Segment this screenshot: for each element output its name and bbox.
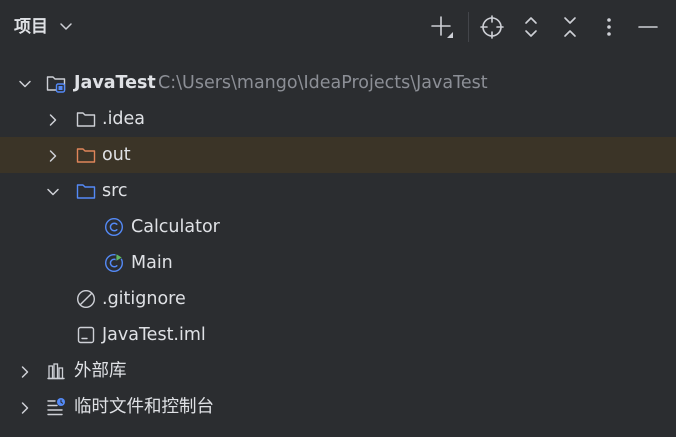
- folder-name: .idea: [102, 109, 146, 129]
- expand-all-icon[interactable]: [518, 14, 544, 40]
- chevron-down-icon[interactable]: [46, 184, 60, 198]
- library-icon: [46, 361, 66, 381]
- file-name: .gitignore: [102, 289, 186, 309]
- folder-icon: [76, 109, 96, 129]
- project-tool-window: 项目 JavaTest C:\Users\mango\IdeaProjects\…: [0, 0, 676, 437]
- java-class-icon: [104, 217, 124, 237]
- locate-icon[interactable]: [479, 14, 505, 40]
- tool-window-title[interactable]: 项目: [14, 15, 48, 39]
- tree-row-external-libraries[interactable]: 外部库: [0, 353, 676, 389]
- minimize-icon[interactable]: [635, 14, 661, 40]
- project-path: C:\Users\mango\IdeaProjects\JavaTest: [158, 73, 488, 93]
- chevron-right-icon[interactable]: [18, 364, 32, 378]
- add-icon[interactable]: [429, 14, 455, 40]
- excluded-folder-icon: [76, 145, 96, 165]
- module-folder-icon: [46, 73, 66, 93]
- chevron-right-icon[interactable]: [18, 400, 32, 414]
- java-runnable-class-icon: [104, 252, 124, 273]
- tree-row-calculator[interactable]: Calculator: [0, 209, 676, 245]
- tree-row-project-root[interactable]: JavaTest C:\Users\mango\IdeaProjects\Jav…: [0, 65, 676, 101]
- node-name: 外部库: [74, 361, 127, 381]
- folder-name: src: [102, 181, 128, 201]
- tree-row-src[interactable]: src: [0, 173, 676, 209]
- tree-row-scratches[interactable]: 临时文件和控制台: [0, 389, 676, 425]
- folder-name: out: [102, 145, 131, 165]
- toolbar-separator: [468, 12, 469, 42]
- module-file-icon: [76, 325, 96, 345]
- chevron-right-icon[interactable]: [46, 112, 60, 126]
- class-name: Main: [131, 253, 173, 273]
- chevron-right-icon[interactable]: [46, 148, 60, 162]
- file-name: JavaTest.iml: [102, 325, 206, 345]
- tree-row-iml[interactable]: JavaTest.iml: [0, 317, 676, 353]
- source-folder-icon: [76, 181, 96, 201]
- project-name: JavaTest: [74, 73, 156, 93]
- tree-row-out[interactable]: out: [0, 137, 676, 173]
- node-name: 临时文件和控制台: [74, 397, 214, 417]
- scratches-icon: [46, 397, 66, 417]
- tree-row-gitignore[interactable]: .gitignore: [0, 281, 676, 317]
- tree-row-idea[interactable]: .idea: [0, 101, 676, 137]
- ignore-file-icon: [76, 289, 96, 309]
- tree-row-main[interactable]: Main: [0, 245, 676, 281]
- chevron-down-icon[interactable]: [58, 18, 74, 34]
- tool-window-header: 项目: [0, 0, 676, 56]
- collapse-all-icon[interactable]: [557, 14, 583, 40]
- more-options-icon[interactable]: [596, 14, 622, 40]
- chevron-down-icon[interactable]: [18, 76, 32, 90]
- class-name: Calculator: [131, 217, 220, 237]
